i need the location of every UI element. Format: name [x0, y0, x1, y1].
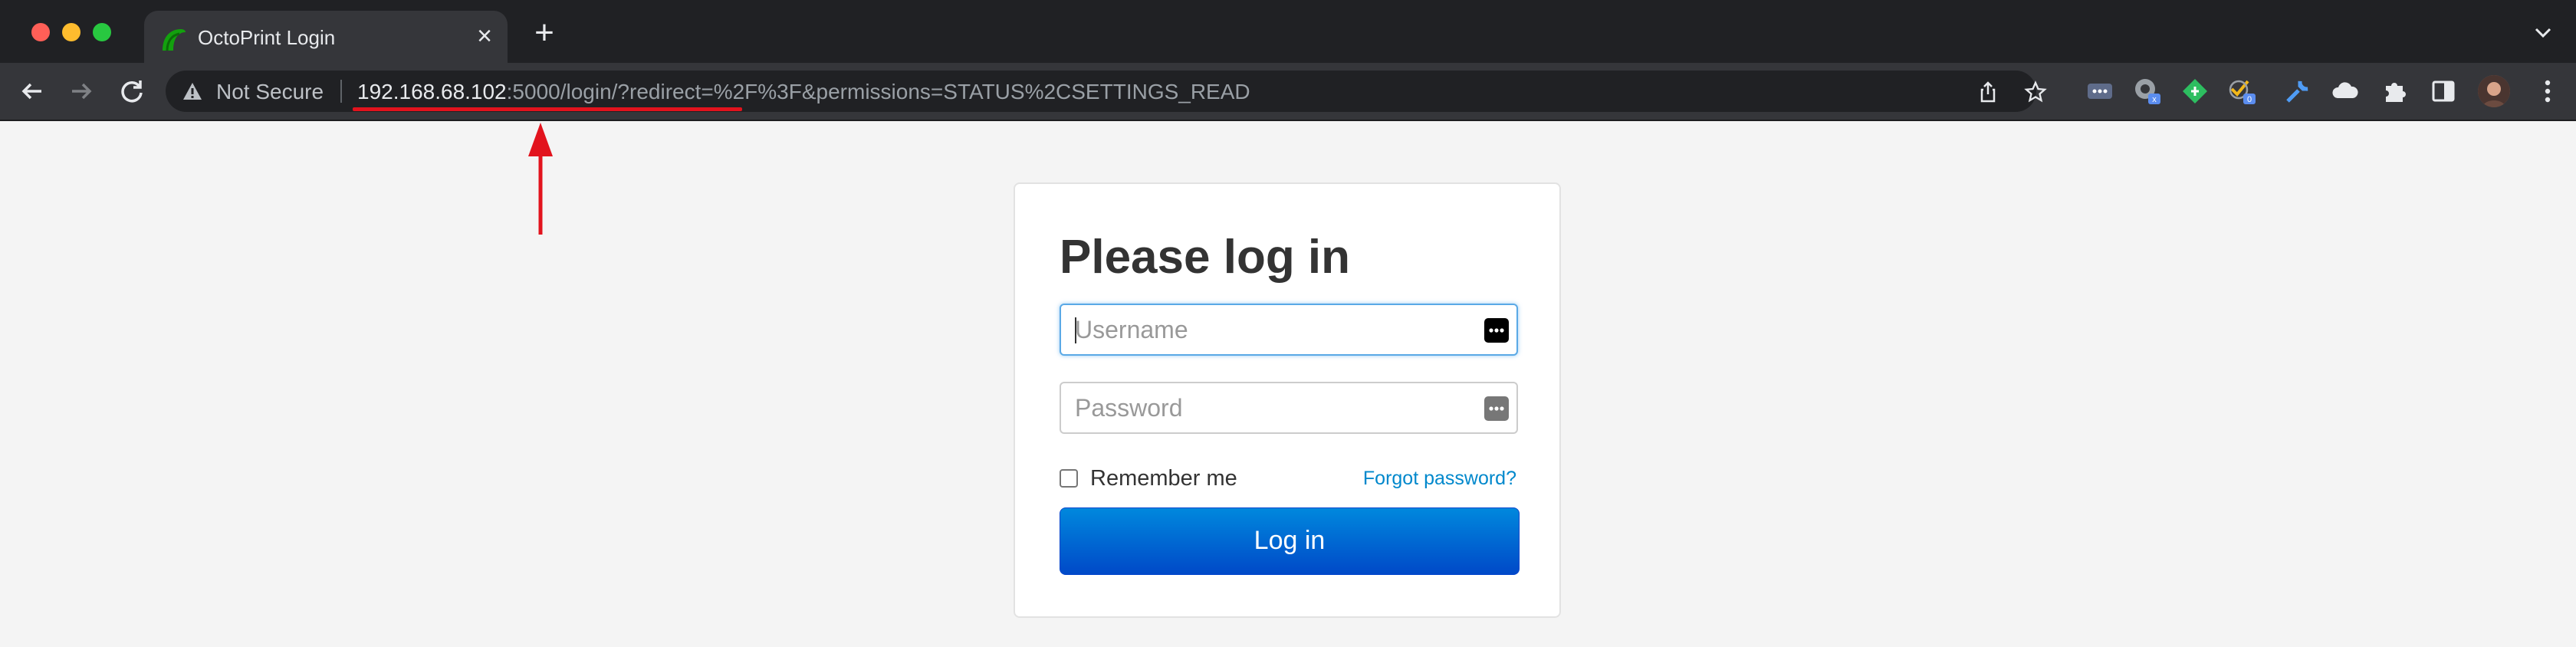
url-host: 192.168.68.102: [357, 80, 507, 103]
close-window-button[interactable]: [31, 23, 50, 41]
profile-avatar[interactable]: [2478, 75, 2510, 107]
remember-me-checkbox[interactable]: [1060, 469, 1078, 488]
reload-icon[interactable]: [115, 74, 149, 108]
url-annotation-underline: [353, 107, 742, 111]
password-field[interactable]: [1060, 382, 1518, 434]
minimize-window-button[interactable]: [62, 23, 80, 41]
username-input[interactable]: [1061, 305, 1516, 354]
more-options-icon[interactable]: [2542, 77, 2553, 106]
extension-badge-x: x: [2152, 95, 2157, 104]
new-tab-button[interactable]: +: [529, 16, 560, 50]
text-cursor: [1075, 317, 1076, 343]
browser-tab[interactable]: OctoPrint Login ×: [144, 11, 508, 63]
back-arrow-icon[interactable]: [15, 74, 49, 108]
evernote-extension-icon[interactable]: [2180, 77, 2210, 106]
login-heading: Please log in: [1060, 231, 1351, 284]
remember-me-label[interactable]: Remember me: [1090, 466, 1237, 491]
password-manager-extension-icon[interactable]: [2085, 77, 2114, 106]
side-panel-icon[interactable]: [2429, 77, 2458, 106]
password-manager-autofill-icon[interactable]: [1484, 318, 1509, 343]
wrench-extension-icon[interactable]: [2283, 77, 2312, 106]
avatar-photo-icon: [2478, 75, 2510, 107]
password-input[interactable]: [1061, 383, 1516, 432]
cloud-extension-icon[interactable]: [2331, 77, 2360, 106]
octoprint-favicon-icon: [163, 29, 186, 51]
login-button[interactable]: Log in: [1060, 507, 1520, 575]
url-path: :5000/login/?redirect=%2F%3F&permissions…: [506, 80, 1250, 103]
forward-arrow-icon[interactable]: [64, 74, 98, 108]
tab-close-icon[interactable]: ×: [471, 23, 498, 51]
password-manager-autofill-icon[interactable]: [1484, 396, 1509, 421]
privacy-extension-icon[interactable]: x: [2133, 77, 2162, 106]
url-text[interactable]: 192.168.68.102:5000/login/?redirect=%2F%…: [357, 80, 1250, 104]
annotation-arrow: [528, 123, 553, 235]
browser-tab-strip: OctoPrint Login × +: [0, 0, 2576, 63]
forgot-password-link[interactable]: Forgot password?: [1363, 468, 1516, 490]
extension-badge-count: 0: [2247, 95, 2252, 104]
share-icon[interactable]: [1976, 80, 1999, 103]
extensions-puzzle-icon[interactable]: [2380, 77, 2409, 106]
address-bar[interactable]: Not Secure 192.168.68.102:5000/login/?re…: [166, 71, 2047, 112]
login-card: Please log in Remember me Forgot passwor…: [1014, 182, 1561, 618]
warning-icon: [183, 83, 202, 100]
checklist-extension-icon[interactable]: 0: [2228, 77, 2257, 106]
not-secure-label[interactable]: Not Secure: [216, 80, 324, 104]
maximize-window-button[interactable]: [93, 23, 111, 41]
tab-title: OctoPrint Login: [198, 26, 336, 49]
browser-toolbar: Not Secure 192.168.68.102:5000/login/?re…: [0, 63, 2576, 121]
chevron-down-icon[interactable]: [2530, 20, 2556, 46]
bookmark-star-icon[interactable]: [2024, 80, 2047, 103]
address-divider: [340, 80, 342, 103]
username-field[interactable]: [1060, 304, 1518, 356]
